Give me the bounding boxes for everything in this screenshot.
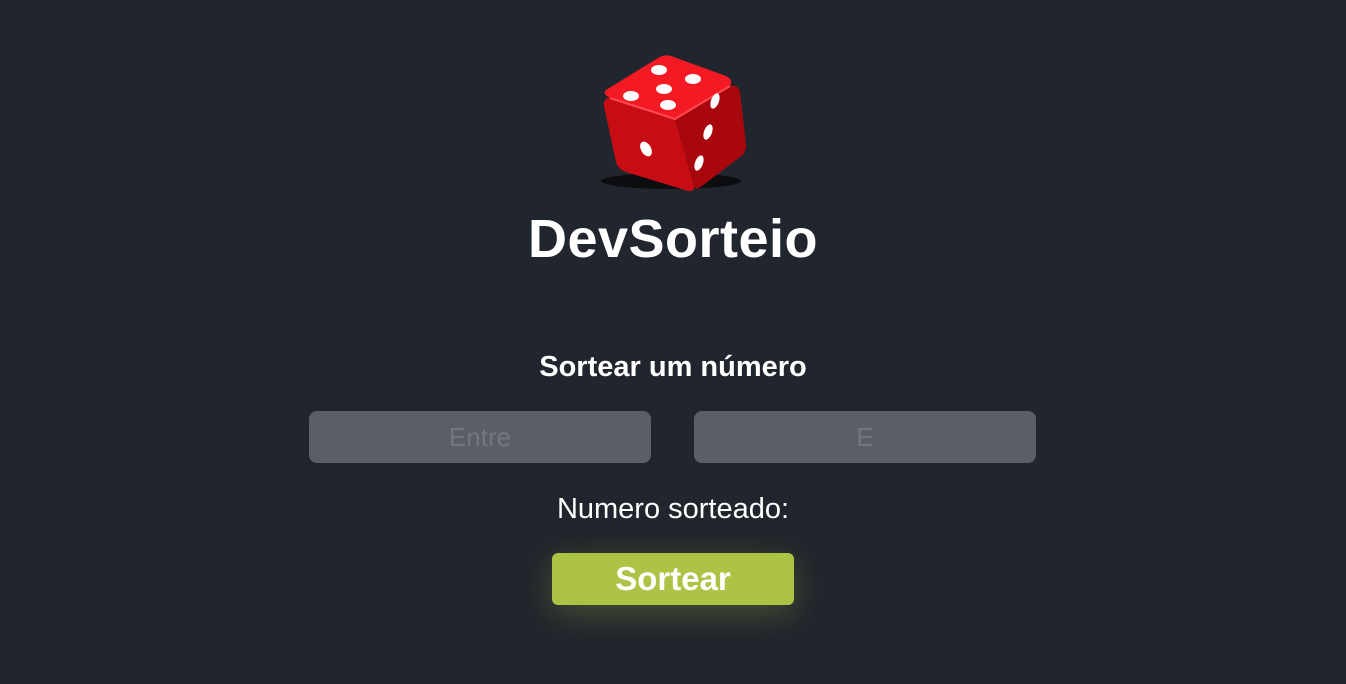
page-heading: Sortear um número [539, 351, 807, 383]
app-title: DevSorteio [527, 209, 819, 269]
red-dice-icon [601, 55, 747, 192]
min-number-input[interactable] [309, 411, 651, 463]
max-number-input[interactable] [694, 411, 1036, 463]
result-label: Numero sorteado: [556, 493, 790, 525]
draw-button[interactable]: Sortear [552, 553, 794, 605]
